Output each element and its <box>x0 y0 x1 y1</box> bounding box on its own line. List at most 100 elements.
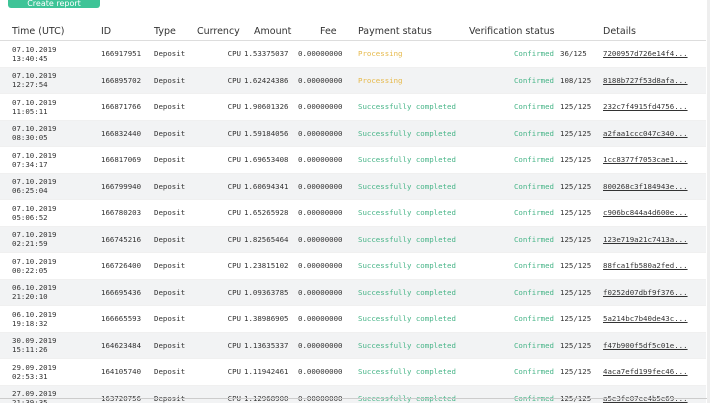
table-row[interactable]: 07.10.2019 08:30:05 166832440 Deposit CPU… <box>0 120 706 147</box>
table-row[interactable]: 07.10.2019 13:40:45 166917951 Deposit CPU… <box>0 40 706 68</box>
column-header-time[interactable]: Time (UTC) <box>0 22 101 41</box>
details-link[interactable]: f47b900f5df5c01e... <box>603 341 706 350</box>
id-cell: 166817069 <box>101 146 154 174</box>
payment-status-text: Successfully completed <box>358 367 456 377</box>
confirmations-cell: 125/125 <box>560 305 603 333</box>
details-link[interactable]: a2faa1ccc047c340... <box>603 129 706 138</box>
table-bottom-divider <box>0 398 710 399</box>
date-text: 07.10.2019 <box>12 230 57 240</box>
time-cell: 07.10.2019 08:30:05 <box>0 120 101 147</box>
create-report-button[interactable]: Create report <box>8 0 100 8</box>
column-header-id[interactable]: ID <box>101 22 154 41</box>
time-cell: 27.09.2019 21:39:35 <box>0 385 101 403</box>
payment-status-cell: Successfully completed <box>358 358 469 386</box>
type-cell: Deposit <box>154 173 197 200</box>
table-row[interactable]: 29.09.2019 02:53:31 164105740 Deposit CPU… <box>0 358 706 386</box>
column-header-payment-status[interactable]: Payment status <box>358 22 469 41</box>
verification-status-cell: Confirmed <box>469 252 560 280</box>
details-link[interactable]: 5a214bc7b40de43c... <box>603 314 706 323</box>
details-cell: 800268c3f184943e... <box>603 173 706 200</box>
payment-status-text: Successfully completed <box>358 261 456 271</box>
time-text: 08:30:05 <box>12 133 48 143</box>
details-link[interactable]: 7200957d726e14f4... <box>603 49 706 58</box>
amount-cell: 1.65265928 <box>244 199 298 227</box>
column-header-verification-status[interactable]: Verification status <box>469 22 603 41</box>
details-cell: a2faa1ccc047c340... <box>603 120 706 147</box>
currency-cell: CPU <box>197 332 244 359</box>
type-cell: Deposit <box>154 67 197 94</box>
table-row[interactable]: 06.10.2019 19:18:32 166665593 Deposit CPU… <box>0 305 706 333</box>
table-row[interactable]: 07.10.2019 05:06:52 166780203 Deposit CPU… <box>0 199 706 227</box>
verification-status-cell: Confirmed <box>469 358 560 386</box>
details-link[interactable]: c906bc844a4d600e... <box>603 208 706 217</box>
confirmations-cell: 36/125 <box>560 40 603 68</box>
date-text: 07.10.2019 <box>12 71 57 81</box>
id-cell: 166895702 <box>101 67 154 94</box>
details-link[interactable]: 8188b727f53d8afa... <box>603 76 706 85</box>
date-text: 07.10.2019 <box>12 97 57 107</box>
column-header-fee[interactable]: Fee <box>298 22 358 41</box>
table-row[interactable]: 06.10.2019 21:20:10 166695436 Deposit CPU… <box>0 279 706 306</box>
currency-cell: CPU <box>197 120 244 147</box>
column-header-details[interactable]: Details <box>603 22 706 41</box>
table-row[interactable]: 07.10.2019 00:22:05 166726400 Deposit CPU… <box>0 252 706 280</box>
time-cell: 07.10.2019 00:22:05 <box>0 252 101 280</box>
payment-status-text: Successfully completed <box>358 314 456 324</box>
verification-status-text: Confirmed <box>513 75 554 85</box>
amount-cell: 1.62424386 <box>244 67 298 94</box>
fee-cell: 0.00000000 <box>298 146 358 174</box>
details-link[interactable]: 232c7f4915fd4756... <box>603 102 706 111</box>
currency-cell: CPU <box>197 199 244 227</box>
fee-cell: 0.00000000 <box>298 385 358 403</box>
fee-cell: 0.00000000 <box>298 93 358 121</box>
fee-cell: 0.00000000 <box>298 173 358 200</box>
table-row[interactable]: 07.10.2019 07:34:17 166817069 Deposit CPU… <box>0 146 706 174</box>
verification-status-cell: Confirmed <box>469 67 560 94</box>
table-row[interactable]: 07.10.2019 12:27:54 166895702 Deposit CPU… <box>0 67 706 94</box>
payment-status-cell: Processing <box>358 40 469 68</box>
table-row[interactable]: 07.10.2019 06:25:04 166799940 Deposit CPU… <box>0 173 706 200</box>
table-row[interactable]: 07.10.2019 11:05:11 166871766 Deposit CPU… <box>0 93 706 121</box>
details-link[interactable]: f0252d07dbf9f376... <box>603 288 706 297</box>
type-cell: Deposit <box>154 120 197 147</box>
details-link[interactable]: 1cc8377f7053cae1... <box>603 155 706 164</box>
confirmations-cell: 125/125 <box>560 173 603 200</box>
type-cell: Deposit <box>154 40 197 68</box>
details-link[interactable]: 800268c3f184943e... <box>603 182 706 191</box>
payment-status-cell: Successfully completed <box>358 385 469 403</box>
table-row[interactable]: 30.09.2019 15:11:26 164623484 Deposit CPU… <box>0 332 706 359</box>
date-text: 07.10.2019 <box>12 150 57 160</box>
payment-status-text: Successfully completed <box>358 102 456 112</box>
time-cell: 06.10.2019 21:20:10 <box>0 279 101 306</box>
payment-status-cell: Successfully completed <box>358 279 469 306</box>
payment-status-text: Processing <box>358 49 403 59</box>
verification-status-cell: Confirmed <box>469 120 560 147</box>
currency-cell: CPU <box>197 40 244 68</box>
details-link[interactable]: 4aca7efd199fec46... <box>603 367 706 376</box>
details-cell: 1cc8377f7053cae1... <box>603 146 706 174</box>
type-cell: Deposit <box>154 385 197 403</box>
payment-status-text: Successfully completed <box>358 128 456 138</box>
verification-status-text: Confirmed <box>513 234 554 244</box>
column-header-amount[interactable]: Amount <box>244 22 298 41</box>
details-cell: 232c7f4915fd4756... <box>603 93 706 121</box>
column-header-type[interactable]: Type <box>154 22 197 41</box>
payment-status-cell: Processing <box>358 67 469 94</box>
details-link[interactable]: 123e719a21c7413a... <box>603 235 706 244</box>
amount-cell: 1.38986905 <box>244 305 298 333</box>
id-cell: 164623484 <box>101 332 154 359</box>
currency-cell: CPU <box>197 67 244 94</box>
fee-cell: 0.00000000 <box>298 199 358 227</box>
fee-cell: 0.00000000 <box>298 120 358 147</box>
verification-status-cell: Confirmed <box>469 146 560 174</box>
type-cell: Deposit <box>154 226 197 253</box>
amount-cell: 1.23815102 <box>244 252 298 280</box>
verification-status-cell: Confirmed <box>469 40 560 68</box>
details-link[interactable]: 88fca1fb580a2fed... <box>603 261 706 270</box>
table-row[interactable]: 27.09.201921:39:35 163720756 Deposit CPU… <box>0 385 706 403</box>
amount-cell: 1.11942461 <box>244 358 298 386</box>
amount-cell: 1.13635337 <box>244 332 298 359</box>
details-cell: 123e719a21c7413a... <box>603 226 706 253</box>
table-row[interactable]: 07.10.2019 02:21:59 166745216 Deposit CPU… <box>0 226 706 253</box>
column-header-currency[interactable]: Currency <box>197 22 244 41</box>
